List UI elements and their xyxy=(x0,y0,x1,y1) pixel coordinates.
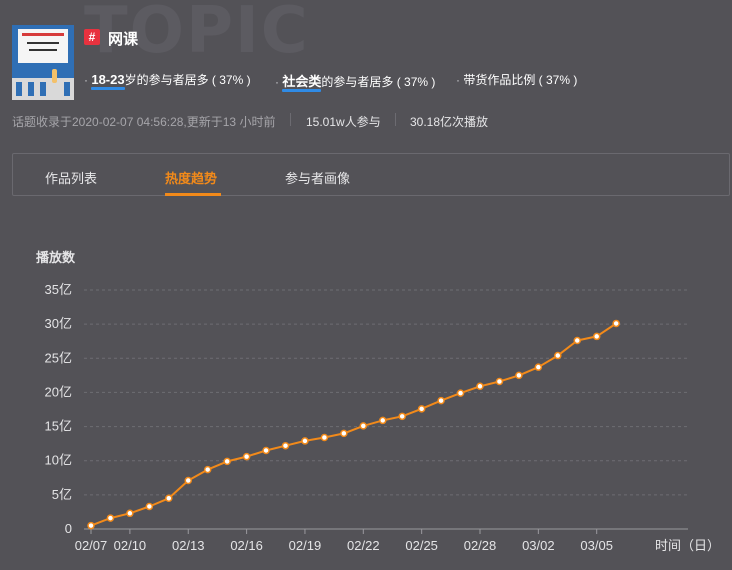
topic-cover-thumbnail[interactable] xyxy=(12,25,74,100)
x-tick-label: 03/05 xyxy=(580,538,613,553)
data-point xyxy=(554,351,562,360)
data-point xyxy=(476,382,484,391)
data-point xyxy=(145,502,154,511)
tab-heat-trend[interactable]: 热度趋势 xyxy=(165,168,217,187)
data-point xyxy=(534,363,543,371)
data-point xyxy=(87,521,95,530)
y-tick-label: 15亿 xyxy=(45,419,72,434)
y-tick-label: 20亿 xyxy=(45,384,72,399)
x-tick-label: 02/16 xyxy=(230,538,263,553)
data-point xyxy=(592,332,601,341)
data-point xyxy=(223,457,231,466)
data-point xyxy=(281,441,290,450)
tab-works-list[interactable]: 作品列表 xyxy=(45,168,97,187)
data-point xyxy=(359,422,368,430)
x-tick-label: 02/13 xyxy=(172,538,205,553)
data-point xyxy=(106,514,115,522)
y-tick-label: 30亿 xyxy=(45,316,72,331)
data-point xyxy=(398,412,406,421)
x-tick-label: 03/02 xyxy=(522,538,555,553)
participant-count: 15.01w人参与 xyxy=(306,115,381,129)
stat-commerce-text: 带货作品比例 ( 37% ) xyxy=(463,73,578,87)
data-point xyxy=(126,509,134,518)
x-tick-label: 02/07 xyxy=(75,538,108,553)
topic-included-time: 话题收录于2020-02-07 04:56:28,更新于13 小时前 xyxy=(12,115,276,129)
stat-age: · 18-23岁的参与者居多 ( 37% ) xyxy=(84,72,251,87)
data-point xyxy=(301,437,309,445)
x-tick-label: 02/10 xyxy=(114,538,147,553)
x-tick-label: 02/25 xyxy=(405,538,438,553)
data-point xyxy=(417,405,426,413)
meta-divider xyxy=(290,113,291,126)
hashtag-icon: # xyxy=(84,29,100,45)
data-point xyxy=(262,446,270,455)
x-tick-label: 02/19 xyxy=(289,538,322,553)
stat-age-text: 岁的参与者居多 ( 37% ) xyxy=(124,73,251,87)
data-point xyxy=(203,465,212,474)
stat-category-text: 的参与者居多 ( 37% ) xyxy=(321,75,436,89)
play-count: 30.18亿次播放 xyxy=(410,115,489,129)
stat-category-highlight: 社会类 xyxy=(282,74,322,89)
data-point xyxy=(437,396,445,405)
tab-participant-profile[interactable]: 参与者画像 xyxy=(285,168,350,187)
stat-commerce: · 带货作品比例 ( 37% ) xyxy=(456,73,578,87)
y-tick-label: 35亿 xyxy=(45,282,72,297)
data-point xyxy=(165,494,173,503)
data-point xyxy=(515,371,523,380)
tab-bar: 作品列表 热度趋势 参与者画像 xyxy=(12,153,730,196)
y-tick-label: 5亿 xyxy=(52,487,72,502)
data-point xyxy=(612,319,620,328)
data-point xyxy=(495,377,504,386)
topic-title: 网课 xyxy=(108,31,139,48)
meta-divider xyxy=(395,113,396,126)
x-tick-label: 02/22 xyxy=(347,538,380,553)
cover-paper xyxy=(18,29,68,63)
y-tick-label: 25亿 xyxy=(45,350,72,365)
play-count-trend-chart: 播放数 0 5亿 10亿 15亿 20亿 25亿 30亿 35亿 02/07 02/10 02/13 0… xyxy=(36,250,720,553)
data-point xyxy=(456,389,465,397)
x-tick-label: 02/28 xyxy=(464,538,497,553)
y-tick-label: 10亿 xyxy=(45,453,72,468)
data-point xyxy=(242,452,251,461)
stat-age-highlight: 18-23 xyxy=(91,72,125,87)
y-axis-label: 播放数 xyxy=(36,250,76,265)
y-tick-label: 0 xyxy=(65,521,72,536)
active-tab-indicator xyxy=(165,193,221,196)
data-point xyxy=(573,336,581,345)
data-point xyxy=(379,416,387,425)
data-point xyxy=(340,429,348,438)
data-point xyxy=(320,433,329,442)
cover-figure xyxy=(52,69,57,83)
stat-category: · 社会类的参与者居多 ( 37% ) xyxy=(275,74,436,89)
data-point xyxy=(184,476,192,485)
x-axis-label: 时间（日） xyxy=(655,538,720,553)
